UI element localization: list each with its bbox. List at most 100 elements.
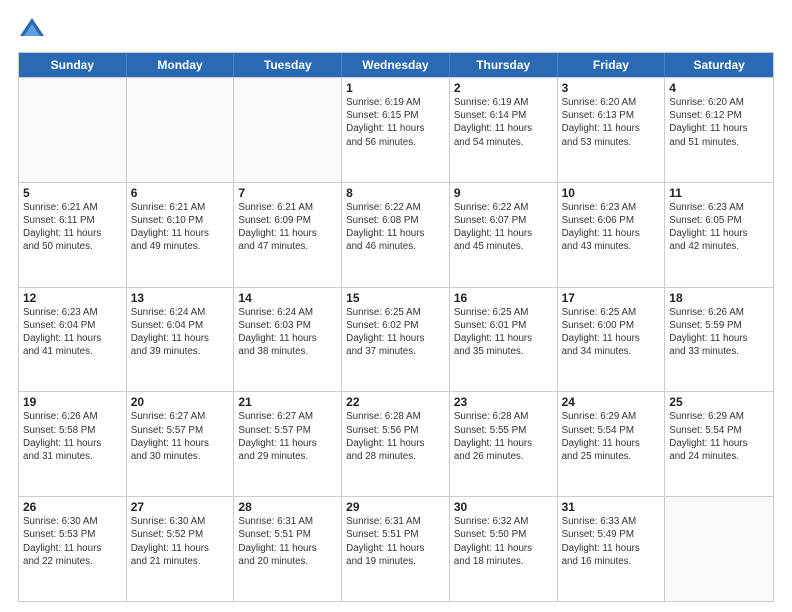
calendar-cell: 9Sunrise: 6:22 AM Sunset: 6:07 PM Daylig… — [450, 183, 558, 287]
header-day-wednesday: Wednesday — [342, 53, 450, 77]
day-info: Sunrise: 6:23 AM Sunset: 6:04 PM Dayligh… — [23, 306, 122, 359]
day-info: Sunrise: 6:23 AM Sunset: 6:06 PM Dayligh… — [562, 201, 661, 254]
calendar-cell: 7Sunrise: 6:21 AM Sunset: 6:09 PM Daylig… — [234, 183, 342, 287]
header-day-thursday: Thursday — [450, 53, 558, 77]
day-number: 23 — [454, 395, 553, 409]
day-number: 19 — [23, 395, 122, 409]
calendar-cell — [127, 78, 235, 182]
header-day-friday: Friday — [558, 53, 666, 77]
calendar-body: 1Sunrise: 6:19 AM Sunset: 6:15 PM Daylig… — [19, 77, 773, 601]
day-info: Sunrise: 6:30 AM Sunset: 5:52 PM Dayligh… — [131, 515, 230, 568]
day-info: Sunrise: 6:26 AM Sunset: 5:58 PM Dayligh… — [23, 410, 122, 463]
day-info: Sunrise: 6:22 AM Sunset: 6:08 PM Dayligh… — [346, 201, 445, 254]
day-info: Sunrise: 6:20 AM Sunset: 6:13 PM Dayligh… — [562, 96, 661, 149]
day-number: 24 — [562, 395, 661, 409]
day-number: 7 — [238, 186, 337, 200]
calendar-cell: 15Sunrise: 6:25 AM Sunset: 6:02 PM Dayli… — [342, 288, 450, 392]
calendar-cell: 31Sunrise: 6:33 AM Sunset: 5:49 PM Dayli… — [558, 497, 666, 601]
calendar-cell: 3Sunrise: 6:20 AM Sunset: 6:13 PM Daylig… — [558, 78, 666, 182]
header-day-sunday: Sunday — [19, 53, 127, 77]
day-number: 18 — [669, 291, 769, 305]
calendar-cell: 24Sunrise: 6:29 AM Sunset: 5:54 PM Dayli… — [558, 392, 666, 496]
day-info: Sunrise: 6:21 AM Sunset: 6:11 PM Dayligh… — [23, 201, 122, 254]
day-info: Sunrise: 6:30 AM Sunset: 5:53 PM Dayligh… — [23, 515, 122, 568]
day-number: 17 — [562, 291, 661, 305]
calendar-cell: 20Sunrise: 6:27 AM Sunset: 5:57 PM Dayli… — [127, 392, 235, 496]
calendar-cell: 6Sunrise: 6:21 AM Sunset: 6:10 PM Daylig… — [127, 183, 235, 287]
day-number: 10 — [562, 186, 661, 200]
logo — [18, 16, 50, 44]
calendar-cell: 8Sunrise: 6:22 AM Sunset: 6:08 PM Daylig… — [342, 183, 450, 287]
calendar-cell: 4Sunrise: 6:20 AM Sunset: 6:12 PM Daylig… — [665, 78, 773, 182]
header-day-monday: Monday — [127, 53, 235, 77]
page: SundayMondayTuesdayWednesdayThursdayFrid… — [0, 0, 792, 612]
calendar-cell: 29Sunrise: 6:31 AM Sunset: 5:51 PM Dayli… — [342, 497, 450, 601]
calendar-cell — [19, 78, 127, 182]
day-info: Sunrise: 6:19 AM Sunset: 6:14 PM Dayligh… — [454, 96, 553, 149]
calendar-cell: 5Sunrise: 6:21 AM Sunset: 6:11 PM Daylig… — [19, 183, 127, 287]
day-info: Sunrise: 6:31 AM Sunset: 5:51 PM Dayligh… — [346, 515, 445, 568]
day-number: 14 — [238, 291, 337, 305]
day-number: 30 — [454, 500, 553, 514]
day-info: Sunrise: 6:29 AM Sunset: 5:54 PM Dayligh… — [562, 410, 661, 463]
day-info: Sunrise: 6:21 AM Sunset: 6:10 PM Dayligh… — [131, 201, 230, 254]
day-info: Sunrise: 6:33 AM Sunset: 5:49 PM Dayligh… — [562, 515, 661, 568]
day-info: Sunrise: 6:25 AM Sunset: 6:02 PM Dayligh… — [346, 306, 445, 359]
calendar-cell: 26Sunrise: 6:30 AM Sunset: 5:53 PM Dayli… — [19, 497, 127, 601]
day-info: Sunrise: 6:27 AM Sunset: 5:57 PM Dayligh… — [131, 410, 230, 463]
day-number: 12 — [23, 291, 122, 305]
calendar-week-5: 26Sunrise: 6:30 AM Sunset: 5:53 PM Dayli… — [19, 496, 773, 601]
day-info: Sunrise: 6:19 AM Sunset: 6:15 PM Dayligh… — [346, 96, 445, 149]
calendar-cell: 11Sunrise: 6:23 AM Sunset: 6:05 PM Dayli… — [665, 183, 773, 287]
day-number: 13 — [131, 291, 230, 305]
day-number: 22 — [346, 395, 445, 409]
day-number: 6 — [131, 186, 230, 200]
day-info: Sunrise: 6:28 AM Sunset: 5:55 PM Dayligh… — [454, 410, 553, 463]
day-number: 28 — [238, 500, 337, 514]
day-number: 27 — [131, 500, 230, 514]
calendar-cell: 1Sunrise: 6:19 AM Sunset: 6:15 PM Daylig… — [342, 78, 450, 182]
calendar-cell: 17Sunrise: 6:25 AM Sunset: 6:00 PM Dayli… — [558, 288, 666, 392]
calendar-cell: 18Sunrise: 6:26 AM Sunset: 5:59 PM Dayli… — [665, 288, 773, 392]
calendar-cell: 21Sunrise: 6:27 AM Sunset: 5:57 PM Dayli… — [234, 392, 342, 496]
header-day-tuesday: Tuesday — [234, 53, 342, 77]
day-number: 2 — [454, 81, 553, 95]
calendar-cell: 22Sunrise: 6:28 AM Sunset: 5:56 PM Dayli… — [342, 392, 450, 496]
calendar-cell — [665, 497, 773, 601]
day-info: Sunrise: 6:24 AM Sunset: 6:04 PM Dayligh… — [131, 306, 230, 359]
day-number: 25 — [669, 395, 769, 409]
calendar: SundayMondayTuesdayWednesdayThursdayFrid… — [18, 52, 774, 602]
calendar-week-1: 1Sunrise: 6:19 AM Sunset: 6:15 PM Daylig… — [19, 77, 773, 182]
calendar-cell: 10Sunrise: 6:23 AM Sunset: 6:06 PM Dayli… — [558, 183, 666, 287]
calendar-cell: 23Sunrise: 6:28 AM Sunset: 5:55 PM Dayli… — [450, 392, 558, 496]
day-number: 31 — [562, 500, 661, 514]
calendar-week-2: 5Sunrise: 6:21 AM Sunset: 6:11 PM Daylig… — [19, 182, 773, 287]
header — [18, 16, 774, 44]
day-number: 5 — [23, 186, 122, 200]
day-info: Sunrise: 6:21 AM Sunset: 6:09 PM Dayligh… — [238, 201, 337, 254]
calendar-cell: 25Sunrise: 6:29 AM Sunset: 5:54 PM Dayli… — [665, 392, 773, 496]
calendar-week-4: 19Sunrise: 6:26 AM Sunset: 5:58 PM Dayli… — [19, 391, 773, 496]
day-number: 29 — [346, 500, 445, 514]
day-number: 1 — [346, 81, 445, 95]
day-number: 26 — [23, 500, 122, 514]
day-number: 11 — [669, 186, 769, 200]
day-number: 16 — [454, 291, 553, 305]
calendar-cell: 12Sunrise: 6:23 AM Sunset: 6:04 PM Dayli… — [19, 288, 127, 392]
day-number: 9 — [454, 186, 553, 200]
day-number: 15 — [346, 291, 445, 305]
calendar-cell: 14Sunrise: 6:24 AM Sunset: 6:03 PM Dayli… — [234, 288, 342, 392]
day-info: Sunrise: 6:25 AM Sunset: 6:01 PM Dayligh… — [454, 306, 553, 359]
calendar-week-3: 12Sunrise: 6:23 AM Sunset: 6:04 PM Dayli… — [19, 287, 773, 392]
calendar-cell: 19Sunrise: 6:26 AM Sunset: 5:58 PM Dayli… — [19, 392, 127, 496]
day-number: 21 — [238, 395, 337, 409]
day-info: Sunrise: 6:29 AM Sunset: 5:54 PM Dayligh… — [669, 410, 769, 463]
calendar-cell: 27Sunrise: 6:30 AM Sunset: 5:52 PM Dayli… — [127, 497, 235, 601]
calendar-cell: 13Sunrise: 6:24 AM Sunset: 6:04 PM Dayli… — [127, 288, 235, 392]
day-number: 20 — [131, 395, 230, 409]
calendar-cell: 28Sunrise: 6:31 AM Sunset: 5:51 PM Dayli… — [234, 497, 342, 601]
day-info: Sunrise: 6:23 AM Sunset: 6:05 PM Dayligh… — [669, 201, 769, 254]
day-info: Sunrise: 6:20 AM Sunset: 6:12 PM Dayligh… — [669, 96, 769, 149]
day-number: 3 — [562, 81, 661, 95]
calendar-header: SundayMondayTuesdayWednesdayThursdayFrid… — [19, 53, 773, 77]
